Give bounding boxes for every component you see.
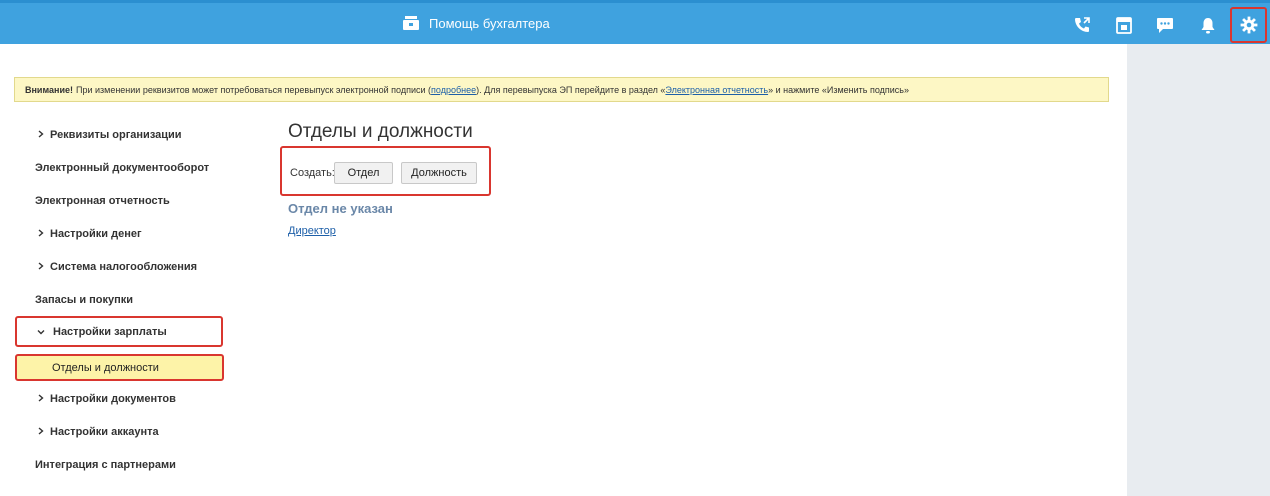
create-position-button[interactable]: Должность [401, 162, 477, 184]
alert-text-2: ). Для перевыпуска ЭП перейдите в раздел… [476, 84, 666, 95]
gear-icon[interactable] [1230, 7, 1267, 43]
sidebar-item-money-settings[interactable]: Настройки денег [14, 217, 224, 250]
more-info-link[interactable]: подробнее [431, 85, 476, 95]
sidebar-item-account-settings[interactable]: Настройки аккаунта [14, 415, 224, 448]
page-title: Отделы и должности [288, 121, 473, 142]
right-panel [1127, 44, 1270, 496]
chevron-right-icon [38, 427, 44, 435]
alert-bold: Внимание! [25, 84, 73, 95]
create-department-button[interactable]: Отдел [334, 162, 393, 184]
phone-icon[interactable] [1067, 10, 1097, 40]
alert-text-1: При изменении реквизитов может потребова… [75, 84, 432, 95]
position-link[interactable]: Директор [288, 225, 336, 237]
create-label: Создать: [290, 167, 335, 179]
alert-text-3: » и нажмите «Изменить подпись» [768, 84, 909, 95]
chevron-right-icon [38, 229, 44, 237]
cash-register-icon [402, 15, 420, 31]
sidebar-item-e-reporting[interactable]: Электронная отчетность [14, 184, 224, 217]
warning-alert: Внимание! При изменении реквизитов может… [14, 77, 1109, 102]
sidebar-item-requisites[interactable]: Реквизиты организации [14, 118, 224, 151]
top-bar: Помощь бухгалтера [0, 0, 1270, 44]
chevron-down-icon [37, 330, 45, 335]
brand-label: Помощь бухгалтера [429, 15, 550, 31]
chevron-right-icon [38, 130, 44, 138]
bell-icon[interactable] [1193, 10, 1223, 40]
sidebar-item-stock[interactable]: Запасы и покупки [14, 283, 224, 316]
chevron-right-icon [38, 262, 44, 270]
department-title: Отдел не указан [288, 201, 393, 216]
calendar-icon[interactable] [1109, 10, 1139, 40]
e-reporting-link[interactable]: Электронная отчетность [665, 85, 768, 95]
chat-icon[interactable] [1150, 10, 1180, 40]
sidebar-item-document-settings[interactable]: Настройки документов [14, 382, 224, 415]
sidebar-item-partners[interactable]: Интеграция с партнерами [14, 448, 224, 481]
sidebar-subitem-departments[interactable]: Отделы и должности [15, 354, 224, 381]
sidebar-item-tax-system[interactable]: Система налогообложения [14, 250, 224, 283]
brand[interactable]: Помощь бухгалтера [402, 12, 550, 34]
sidebar-item-salary-settings[interactable]: Настройки зарплаты [15, 316, 223, 347]
create-toolbar: Создать: Отдел Должность [280, 146, 491, 196]
sidebar-item-edo[interactable]: Электронный документооборот [14, 151, 224, 184]
chevron-right-icon [38, 394, 44, 402]
